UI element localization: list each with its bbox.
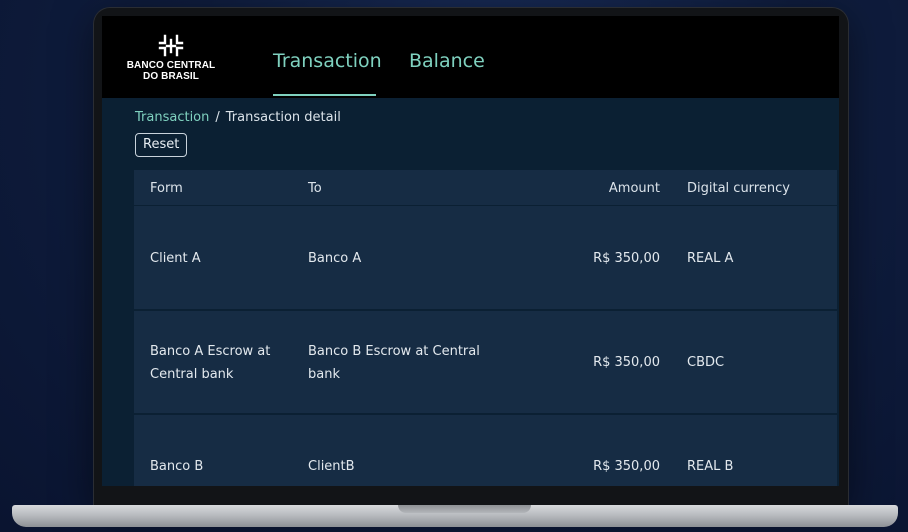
logo-text-line1: BANCO CENTRAL: [126, 60, 216, 71]
app-header: BANCO CENTRAL DO BRASIL Transaction Bala…: [102, 16, 839, 98]
breadcrumb: Transaction / Transaction detail: [135, 110, 341, 125]
laptop-notch: [398, 505, 531, 513]
transaction-table: Form To Amount Digital currency Client A…: [134, 170, 837, 486]
table-row[interactable]: Banco B ClientB R$ 350,00 REAL B: [134, 415, 837, 486]
reset-button[interactable]: Reset: [135, 133, 188, 157]
tab-transaction[interactable]: Transaction: [273, 50, 382, 72]
column-header-to: To: [308, 181, 322, 196]
main-content: Transaction / Transaction detail Reset For…: [102, 98, 839, 486]
app-screen: BANCO CENTRAL DO BRASIL Transaction Bala…: [102, 16, 839, 486]
table-row[interactable]: Client A Banco A R$ 350,00 REAL A: [134, 207, 837, 311]
bcb-emblem-icon: [158, 34, 184, 57]
cell-digital-currency: REAL A: [687, 251, 734, 266]
cell-digital-currency: CBDC: [687, 355, 725, 370]
cell-amount: R$ 350,00: [593, 251, 660, 266]
table-row[interactable]: Banco A Escrow at Central bank Banco B E…: [134, 311, 837, 415]
cell-to: ClientB: [308, 459, 355, 474]
cell-amount: R$ 350,00: [593, 459, 660, 474]
breadcrumb-link-transaction[interactable]: Transaction: [135, 110, 209, 125]
cell-digital-currency: REAL B: [687, 459, 734, 474]
cell-from: Banco A Escrow at Central bank: [150, 344, 271, 382]
cell-from: Banco B: [150, 459, 204, 474]
cell-to: Banco B Escrow at Central bank: [308, 344, 480, 382]
cell-to: Banco A: [308, 251, 362, 266]
cell-from: Client A: [150, 251, 201, 266]
column-header-amount: Amount: [608, 181, 660, 196]
tab-balance[interactable]: Balance: [409, 50, 485, 72]
logo-text-line2: DO BRASIL: [143, 71, 199, 82]
column-header-digital-currency: Digital currency: [687, 181, 790, 196]
cell-amount: R$ 350,00: [593, 355, 660, 370]
column-header-form: Form: [150, 181, 183, 196]
breadcrumb-current: Transaction detail: [225, 110, 341, 125]
table-header-row: Form To Amount Digital currency: [134, 170, 837, 206]
breadcrumb-separator: /: [215, 110, 220, 125]
active-tab-indicator: [273, 94, 376, 96]
bank-logo[interactable]: BANCO CENTRAL DO BRASIL: [118, 34, 224, 82]
